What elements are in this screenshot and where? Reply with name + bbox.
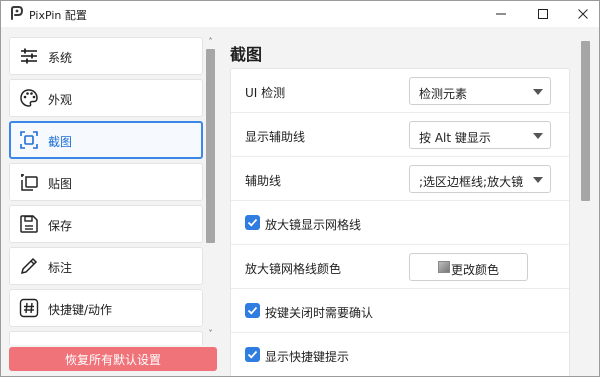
title-bar: PixPin 配置: [1, 1, 599, 27]
sidebar-item-appearance[interactable]: 外观: [9, 79, 203, 117]
change-color-label: 更改颜色: [451, 263, 500, 277]
sidebar-item-label: 贴图: [48, 177, 73, 191]
sidebar-item-system[interactable]: 系统: [9, 37, 203, 75]
close-icon: [578, 9, 588, 19]
sidebar-item-label: 外观: [48, 93, 73, 107]
setting-label: 辅助线: [245, 174, 282, 188]
pixpin-logo-icon: [11, 6, 24, 20]
sliders-icon: [21, 48, 37, 64]
checkbox-label: 按键关闭时需要确认: [265, 306, 374, 320]
change-color-button[interactable]: 更改颜色: [409, 253, 528, 281]
color-swatch-icon: [438, 261, 450, 273]
confirm-close-checkbox[interactable]: [245, 303, 260, 318]
sidebar-scrollbar-thumb[interactable]: [206, 49, 215, 243]
setting-label: 放大镜网格线颜色: [245, 262, 342, 276]
chevron-down-icon: [533, 177, 543, 183]
checkmark-icon: [247, 218, 258, 227]
minimize-icon: [496, 13, 506, 15]
reset-defaults-button[interactable]: 恢复所有默认设置: [9, 347, 217, 371]
select-value: 按 Alt 键显示: [419, 131, 491, 145]
setting-row-grid-color: 放大镜网格线颜色 更改颜色: [231, 245, 569, 289]
page-title: 截图: [230, 45, 263, 64]
sidebar-item-pin[interactable]: 贴图: [9, 163, 203, 201]
sidebar-item-partial[interactable]: [9, 331, 203, 345]
shortcut-hints-checkbox[interactable]: [245, 347, 260, 362]
show-guides-select[interactable]: 按 Alt 键显示: [409, 121, 551, 149]
sidebar-item-label: 快捷键/动作: [48, 303, 113, 317]
pin-image-icon: [21, 174, 38, 191]
window-title: PixPin 配置: [29, 9, 87, 22]
sidebar-scroll-up-icon[interactable]: ˄: [206, 37, 215, 47]
chevron-down-icon: [533, 133, 543, 139]
magnifier-grid-checkbox[interactable]: [245, 215, 260, 230]
ui-detect-select[interactable]: 检测元素: [409, 77, 551, 105]
sidebar-item-label: 系统: [48, 51, 73, 65]
sidebar-item-label: 截图: [48, 135, 73, 149]
setting-row-shortcut-hints: 显示快捷键提示: [231, 333, 569, 376]
sidebar-item-label: 保存: [48, 219, 73, 233]
settings-window: PixPin 配置 系统 外观 截图 贴图 保存 标注 快捷键/动作 ˄ ˅ 恢…: [0, 0, 600, 377]
checkbox-label: 显示快捷键提示: [265, 350, 350, 364]
screenshot-icon: [20, 131, 38, 149]
checkmark-icon: [247, 350, 258, 359]
checkbox-label: 放大镜显示网格线: [265, 218, 362, 232]
sidebar: 系统 外观 截图 贴图 保存 标注 快捷键/动作 ˄ ˅ 恢复所有默认设置: [1, 27, 219, 376]
sidebar-scroll-down-icon[interactable]: ˅: [206, 329, 215, 339]
select-value: ;选区边框线;放大镜: [419, 175, 524, 189]
pen-icon: [20, 257, 38, 275]
close-button[interactable]: [563, 1, 599, 27]
sidebar-item-screenshot[interactable]: 截图: [9, 121, 203, 159]
sidebar-item-annotate[interactable]: 标注: [9, 247, 203, 285]
sidebar-item-shortcuts[interactable]: 快捷键/动作: [9, 289, 203, 327]
setting-label: UI 检测: [245, 86, 286, 100]
sidebar-item-save[interactable]: 保存: [9, 205, 203, 243]
setting-row-guides: 辅助线 ;选区边框线;放大镜: [231, 157, 569, 201]
main-scrollbar-thumb[interactable]: [581, 41, 590, 201]
setting-row-show-guides: 显示辅助线 按 Alt 键显示: [231, 113, 569, 157]
settings-panel: UI 检测 检测元素 显示辅助线 按 Alt 键显示 辅助线 ;选区边框线;放大…: [230, 68, 570, 376]
maximize-icon: [538, 9, 548, 19]
main-content: 截图 UI 检测 检测元素 显示辅助线 按 Alt 键显示 辅助线 ;选区边框线…: [219, 27, 599, 376]
checkmark-icon: [247, 306, 258, 315]
save-icon: [20, 215, 38, 233]
setting-row-confirm-close: 按键关闭时需要确认: [231, 289, 569, 333]
setting-row-magnifier-grid: 放大镜显示网格线: [231, 201, 569, 245]
chevron-down-icon: [533, 89, 543, 95]
select-value: 检测元素: [419, 87, 468, 101]
hash-icon: [19, 298, 39, 318]
setting-row-ui-detect: UI 检测 检测元素: [231, 69, 569, 113]
maximize-button[interactable]: [523, 1, 563, 27]
palette-icon: [20, 89, 38, 107]
guides-select[interactable]: ;选区边框线;放大镜: [409, 165, 551, 193]
sidebar-item-label: 标注: [48, 261, 73, 275]
minimize-button[interactable]: [481, 1, 521, 27]
setting-label: 显示辅助线: [245, 130, 306, 144]
